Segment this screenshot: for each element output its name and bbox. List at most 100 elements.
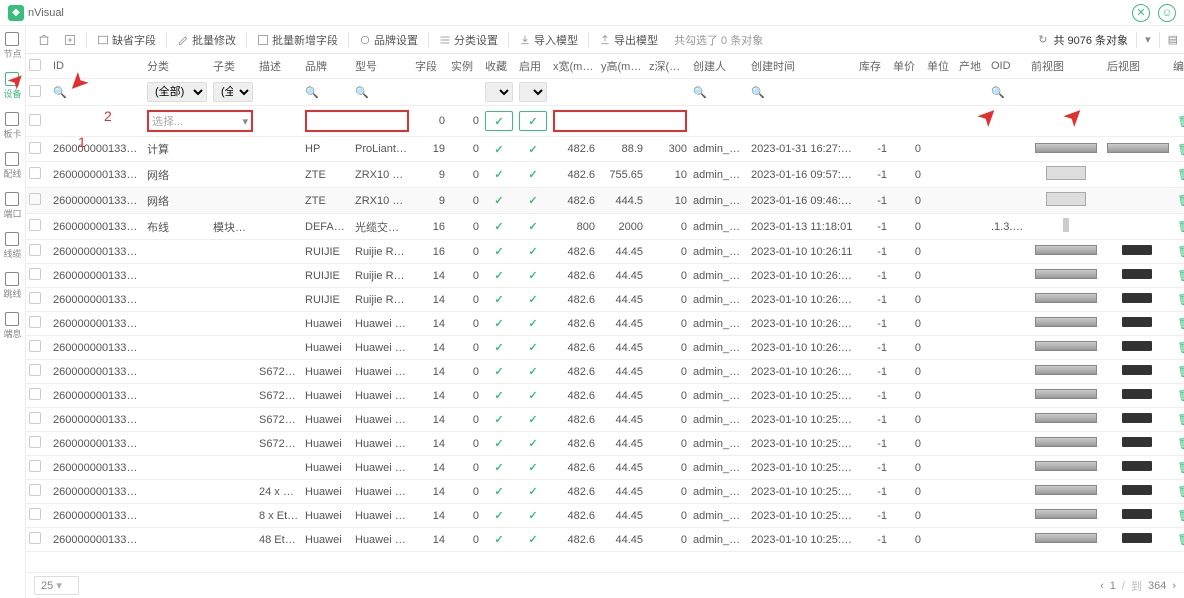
nav-item-card[interactable]: 板卡 — [3, 112, 21, 140]
cell-favorite[interactable]: ✓ — [482, 456, 516, 480]
delete-row-icon[interactable]: 🗑 — [1177, 143, 1184, 156]
delete-row-icon[interactable]: 🗑 — [1177, 533, 1184, 546]
delete-row-icon[interactable]: 🗑 — [1177, 245, 1184, 258]
table-row[interactable]: 260000000133127S6720 S...HuaweiHuawei S6… — [26, 360, 1184, 384]
col-header[interactable]: 后视图 — [1104, 54, 1170, 79]
cell-favorite[interactable]: ✓ — [482, 214, 516, 240]
cell-enabled[interactable]: ✓ — [516, 214, 550, 240]
cell-enabled[interactable]: ✓ — [516, 456, 550, 480]
nav-item-alarm[interactable]: 端息 — [3, 312, 21, 340]
table-row[interactable]: 260000000133129HuaweiHuawei USG6...140✓✓… — [26, 312, 1184, 336]
delete-row-icon[interactable]: 🗑 — [1177, 115, 1184, 128]
row-checkbox[interactable] — [29, 114, 41, 126]
cell-favorite[interactable]: ✓ — [482, 312, 516, 336]
col-header[interactable]: y高(mm) — [598, 54, 646, 79]
favorite-toggle[interactable]: ✓ — [485, 111, 513, 131]
table-row[interactable]: 260000000133132RUIJIERuijie RSR30-...160… — [26, 240, 1184, 264]
select-all-checkbox[interactable] — [29, 85, 41, 97]
table-row[interactable]: 260000000133165网络ZTEZRX10 8912E90✓✓482.6… — [26, 162, 1184, 188]
batch-edit-button[interactable]: 批量修改 — [171, 29, 242, 51]
col-header[interactable]: 收藏 — [482, 54, 516, 79]
row-checkbox[interactable] — [29, 436, 41, 448]
delete-row-icon[interactable]: 🗑 — [1177, 509, 1184, 522]
col-header[interactable]: 创建时间 — [748, 54, 856, 79]
cell-enabled[interactable]: ✓ — [516, 528, 550, 552]
delete-row-icon[interactable]: 🗑 — [1177, 317, 1184, 330]
cell-favorite[interactable]: ✓ — [482, 384, 516, 408]
delete-row-icon[interactable]: 🗑 — [1177, 365, 1184, 378]
row-checkbox[interactable] — [29, 532, 41, 544]
cell-enabled[interactable]: ✓ — [516, 137, 550, 162]
table-row[interactable]: 260000000133131RUIJIERuijie RG WS...140✓… — [26, 264, 1184, 288]
col-header[interactable]: 创建人 — [690, 54, 748, 79]
nav-item-cable[interactable]: 线缆 — [3, 232, 21, 260]
cell-favorite[interactable]: ✓ — [482, 264, 516, 288]
nav-item-port[interactable]: 端口 — [3, 192, 21, 220]
import-model-button[interactable]: 导入模型 — [513, 29, 584, 51]
col-header[interactable]: 描述 — [256, 54, 302, 79]
table-row[interactable]: 260000000133128HuaweiHuawei USG6...140✓✓… — [26, 336, 1184, 360]
col-header[interactable]: 单位 — [924, 54, 956, 79]
table-row[interactable]: 260000000133130RUIJIERuijie RG S26...140… — [26, 288, 1184, 312]
col-header[interactable] — [26, 54, 50, 79]
filter-favorite[interactable]: (全... — [485, 82, 513, 102]
help-icon[interactable]: ✕ — [1132, 4, 1150, 22]
col-header[interactable]: z深(mm) — [646, 54, 690, 79]
row-checkbox[interactable] — [29, 460, 41, 472]
cell-enabled[interactable]: ✓ — [516, 188, 550, 214]
col-header[interactable]: ID — [50, 54, 144, 79]
brand-settings-button[interactable]: 品牌设置 — [353, 29, 424, 51]
table-row[interactable]: 2600000001331218 x Ether...HuaweiHuawei … — [26, 504, 1184, 528]
delete-row-icon[interactable]: 🗑 — [1177, 194, 1184, 207]
table-row[interactable]: 260000000133169计算HPProLiant DL3...190✓✓4… — [26, 137, 1184, 162]
filter-category[interactable]: (全部) — [147, 82, 207, 102]
cell-favorite[interactable]: ✓ — [482, 188, 516, 214]
refresh-icon[interactable]: ↻ — [1038, 33, 1047, 46]
delete-row-icon[interactable]: 🗑 — [1177, 220, 1184, 233]
row-checkbox[interactable] — [29, 292, 41, 304]
row-checkbox[interactable] — [29, 412, 41, 424]
cell-enabled[interactable]: ✓ — [516, 240, 550, 264]
page-size-select[interactable]: 25 ▾ — [34, 576, 79, 595]
row-checkbox[interactable] — [29, 340, 41, 352]
delete-row-icon[interactable]: 🗑 — [1177, 168, 1184, 181]
nav-item-panel[interactable]: 配线 — [3, 152, 21, 180]
col-header[interactable]: 子类 — [210, 54, 256, 79]
cell-enabled[interactable]: ✓ — [516, 312, 550, 336]
dimensions-input[interactable] — [553, 110, 687, 132]
col-header[interactable]: 编辑 — [1170, 54, 1184, 79]
nav-item-device[interactable]: 设备 — [3, 72, 21, 100]
row-checkbox[interactable] — [29, 193, 41, 205]
delete-row-icon[interactable]: 🗑 — [1177, 485, 1184, 498]
select-all-checkbox[interactable] — [29, 59, 41, 71]
row-checkbox[interactable] — [29, 484, 41, 496]
col-header[interactable]: OID — [988, 54, 1028, 79]
col-header[interactable]: 型号 — [352, 54, 412, 79]
cell-favorite[interactable]: ✓ — [482, 360, 516, 384]
delete-row-icon[interactable]: 🗑 — [1177, 413, 1184, 426]
table-container[interactable]: ID分类子类描述品牌型号字段实例收藏启用x宽(mm)y高(mm)z深(mm)创建… — [26, 54, 1184, 572]
filter-icon[interactable]: ▾ — [1145, 33, 1151, 46]
row-checkbox[interactable] — [29, 244, 41, 256]
cell-enabled[interactable]: ✓ — [516, 432, 550, 456]
cell-favorite[interactable]: ✓ — [482, 480, 516, 504]
table-row[interactable]: 26000000013312224 x Eth...HuaweiHuawei S… — [26, 480, 1184, 504]
row-checkbox[interactable] — [29, 142, 41, 154]
table-row[interactable]: 260000000133162网络ZTEZRX10 8905E90✓✓482.6… — [26, 188, 1184, 214]
cell-favorite[interactable]: ✓ — [482, 137, 516, 162]
delete-row-icon[interactable]: 🗑 — [1177, 461, 1184, 474]
delete-row-icon[interactable]: 🗑 — [1177, 269, 1184, 282]
next-page-button[interactable]: › — [1172, 580, 1176, 592]
table-row[interactable]: 260000000133154布线模块化...DEFAULT光缆交接箱*6016… — [26, 214, 1184, 240]
col-header[interactable]: 产地 — [956, 54, 988, 79]
category-select-placeholder[interactable]: 选择... — [152, 113, 242, 129]
delete-row-icon[interactable]: 🗑 — [1177, 389, 1184, 402]
table-row[interactable]: 260000000133124S6720 S...HuaweiHuawei S6… — [26, 432, 1184, 456]
table-row[interactable]: 26000000013312048 Ether...HuaweiHuawei S… — [26, 528, 1184, 552]
cell-enabled[interactable]: ✓ — [516, 336, 550, 360]
col-header[interactable]: 前视图 — [1028, 54, 1104, 79]
cell-favorite[interactable]: ✓ — [482, 240, 516, 264]
enabled-toggle[interactable]: ✓ — [519, 111, 547, 131]
row-checkbox[interactable] — [29, 508, 41, 520]
cell-enabled[interactable]: ✓ — [516, 288, 550, 312]
